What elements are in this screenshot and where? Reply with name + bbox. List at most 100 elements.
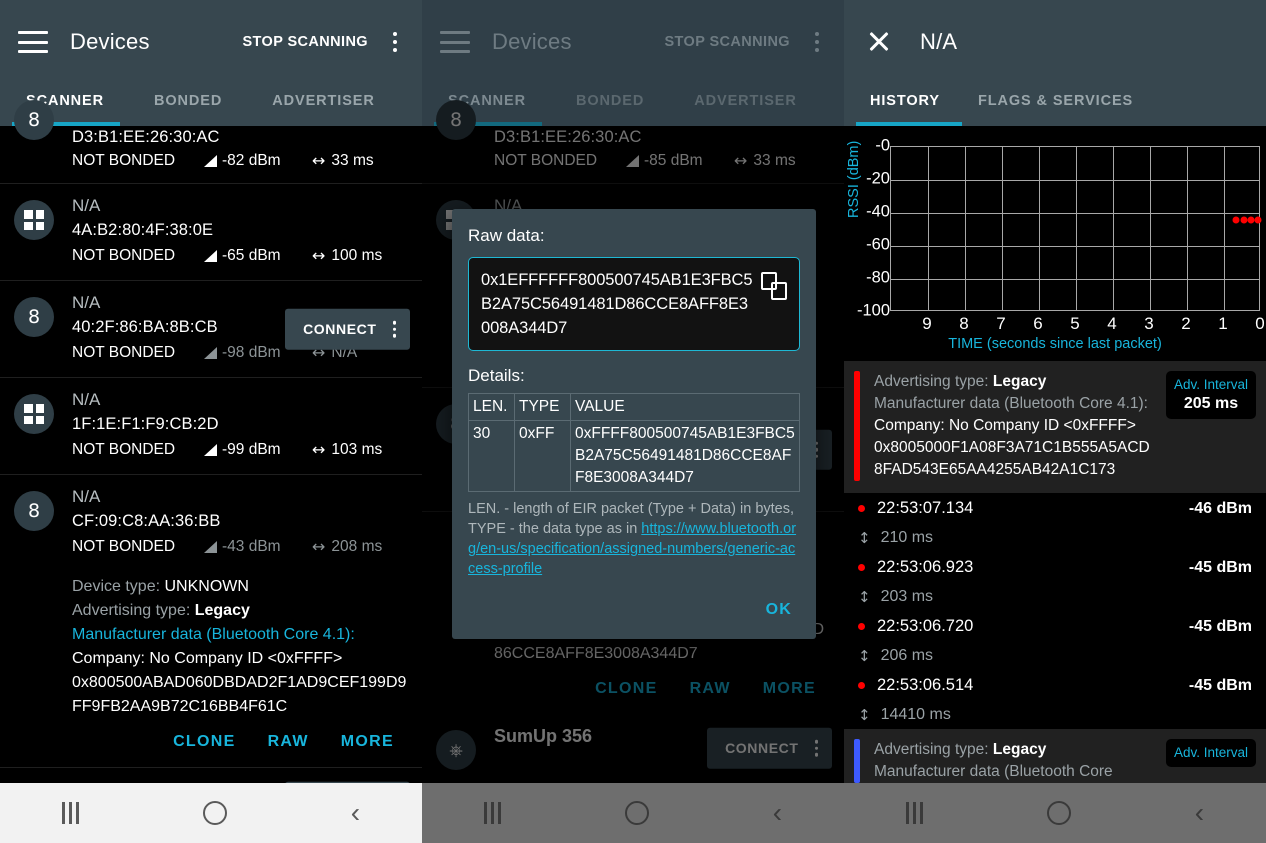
detail-actions: CLONE RAW MORE — [14, 719, 408, 755]
panel-device-history: N/A HISTORY FLAGS & SERVICES RSSI (dBm) … — [844, 0, 1266, 843]
interval-icon: ↔ — [312, 537, 326, 556]
packet-row: 22:53:06.923 -45 dBm — [844, 552, 1266, 583]
chart-data-point — [1232, 216, 1240, 224]
advertisement-card[interactable]: Advertising type: Legacy Manufacturer da… — [844, 361, 1266, 493]
gap-icon: ↕ — [858, 529, 871, 547]
rssi-chart: RSSI (dBm) -0 -20 -40 -60 -80 -100 9 8 7… — [844, 126, 1266, 356]
grid-icon — [24, 404, 44, 424]
table-row[interactable]: N/A 4A:B2:80:4F:38:0E NOT BONDED -65 dBm… — [0, 184, 422, 281]
tab-bar: SCANNER BONDED ADVERTISER — [0, 76, 422, 126]
signal-icon — [204, 541, 217, 553]
manufacturer-data-header: Manufacturer data (Bluetooth Core 4.1): — [874, 395, 1148, 412]
chart-y-ticks: -0 -20 -40 -60 -80 -100 — [844, 126, 890, 356]
back-icon[interactable]: ‹ — [1195, 799, 1204, 827]
page-title: N/A — [920, 29, 958, 54]
clock-icon: ⎈ — [449, 740, 463, 760]
connect-button[interactable]: CONNECT — [285, 308, 410, 350]
x-tick: 1 — [1218, 314, 1228, 333]
raw-data-field[interactable]: 0x1EFFFFFF800500745AB1E3FBC5B2A75C564914… — [468, 257, 800, 351]
page-title: Devices — [492, 29, 572, 54]
recents-icon[interactable] — [483, 802, 501, 824]
cell-len: 30 — [468, 420, 515, 492]
col-type: TYPE — [514, 393, 571, 421]
avatar — [14, 394, 54, 434]
hamburger-icon[interactable] — [440, 31, 470, 53]
interval-value: ↔ 33 ms — [734, 151, 796, 170]
y-tick: -100 — [856, 301, 890, 320]
recents-icon[interactable] — [905, 802, 923, 824]
ok-button[interactable]: OK — [468, 579, 800, 629]
x-tick: 3 — [1144, 314, 1154, 333]
packet-timestamp: 22:53:06.514 — [877, 676, 974, 694]
three-panel-screenshot: Devices STOP SCANNING SCANNER BONDED ADV… — [0, 0, 1266, 843]
connect-button[interactable]: CONNECT — [707, 727, 832, 769]
tab-flags-services[interactable]: FLAGS & SERVICES — [964, 93, 1147, 109]
back-icon[interactable]: ‹ — [773, 799, 782, 827]
interval-icon: ↔ — [312, 246, 326, 265]
x-tick: 6 — [1033, 314, 1043, 333]
more-button[interactable]: MORE — [341, 733, 394, 751]
tab-advertiser[interactable]: ADVERTISER — [258, 93, 388, 109]
row-actions: CONNECT — [285, 308, 410, 350]
interval-icon: ↔ — [734, 151, 748, 170]
close-icon[interactable] — [864, 27, 894, 57]
gap-row: ↕ 210 ms — [844, 524, 1266, 552]
grid-line — [891, 213, 1259, 214]
tab-advertiser[interactable]: ADVERTISER — [680, 93, 810, 109]
stop-scanning-button[interactable]: STOP SCANNING — [242, 34, 368, 50]
manufacturer-hex: 0x8005000F1A08F3A71C1B555A5ACD8FAD543E65… — [874, 439, 1150, 478]
connect-label: CONNECT — [725, 740, 799, 756]
tab-bonded[interactable]: BONDED — [562, 93, 658, 109]
clone-button[interactable]: CLONE — [173, 733, 236, 751]
badge-label: Adv. Interval — [1173, 377, 1248, 392]
packet-rssi: -46 dBm — [1188, 499, 1252, 517]
recents-icon[interactable] — [61, 802, 79, 824]
tab-bar: SCANNER BONDED ADVERTISER — [422, 76, 844, 126]
device-list[interactable]: 8 D3:B1:EE:26:30:AC NOT BONDED -82 dBm ↔… — [0, 100, 422, 843]
tab-history[interactable]: HISTORY — [856, 93, 954, 109]
tab-bonded[interactable]: BONDED — [140, 93, 236, 109]
interval-value: ↔ 33 ms — [312, 151, 374, 170]
packet-row: 22:53:07.134 -46 dBm — [844, 493, 1266, 524]
history-list[interactable]: Advertising type: Legacy Manufacturer da… — [844, 361, 1266, 843]
interval-value: ↔ 208 ms — [312, 537, 383, 556]
device-address: D3:B1:EE:26:30:AC — [494, 128, 642, 146]
home-icon[interactable] — [1046, 801, 1071, 825]
table-row[interactable]: 8 D3:B1:EE:26:30:AC NOT BONDED -85 dBm ↔… — [422, 100, 844, 184]
table-row[interactable]: N/A 1F:1E:F1:F9:CB:2D NOT BONDED -99 dBm… — [0, 378, 422, 475]
stop-scanning-button[interactable]: STOP SCANNING — [664, 34, 790, 50]
bond-state: NOT BONDED — [72, 441, 176, 458]
raw-button[interactable]: RAW — [690, 680, 731, 698]
packet-row: 22:53:06.514 -45 dBm — [844, 670, 1266, 701]
table-row: 30 0xFF 0xFFFF800500745AB1E3FBC5B2A75C56… — [468, 420, 800, 492]
cell-type: 0xFF — [514, 420, 571, 492]
avatar: 8 — [14, 100, 54, 140]
back-icon[interactable]: ‹ — [351, 799, 360, 827]
panel-raw-dialog: Devices STOP SCANNING SCANNER BONDED ADV… — [422, 0, 844, 843]
chart-data-point — [1254, 216, 1262, 224]
chart-x-axis-label: TIME (seconds since last packet) — [948, 336, 1162, 352]
overflow-menu-icon[interactable] — [384, 32, 406, 52]
table-row[interactable]: 8 D3:B1:EE:26:30:AC NOT BONDED -82 dBm ↔… — [0, 100, 422, 184]
grid-line — [1039, 147, 1040, 310]
clone-button[interactable]: CLONE — [595, 680, 658, 698]
more-button[interactable]: MORE — [763, 680, 816, 698]
home-icon[interactable] — [202, 801, 227, 825]
x-tick: 7 — [996, 314, 1006, 333]
home-icon[interactable] — [624, 801, 649, 825]
row-overflow-icon[interactable] — [392, 320, 396, 338]
overflow-menu-icon[interactable] — [806, 32, 828, 52]
badge-label: Adv. Interval — [1173, 745, 1248, 760]
device-meta: NOT BONDED -43 dBm ↔ 208 ms — [72, 535, 408, 559]
adv-interval-badge: Adv. Interval — [1165, 739, 1256, 767]
company-line: Company: No Company ID <0xFFFF> — [874, 417, 1136, 434]
table-row[interactable]: 8 N/A CF:09:C8:AA:36:BB NOT BONDED -43 d… — [0, 475, 422, 768]
copy-icon[interactable] — [761, 272, 787, 300]
signal-icon — [204, 347, 217, 359]
row-overflow-icon[interactable] — [814, 739, 818, 757]
gap-row: ↕ 206 ms — [844, 642, 1266, 670]
hamburger-icon[interactable] — [18, 31, 48, 53]
raw-button[interactable]: RAW — [268, 733, 309, 751]
badge-value: 205 ms — [1183, 395, 1239, 412]
table-row[interactable]: 8 N/A 40:2F:86:BA:8B:CB NOT BONDED -98 d… — [0, 281, 422, 378]
